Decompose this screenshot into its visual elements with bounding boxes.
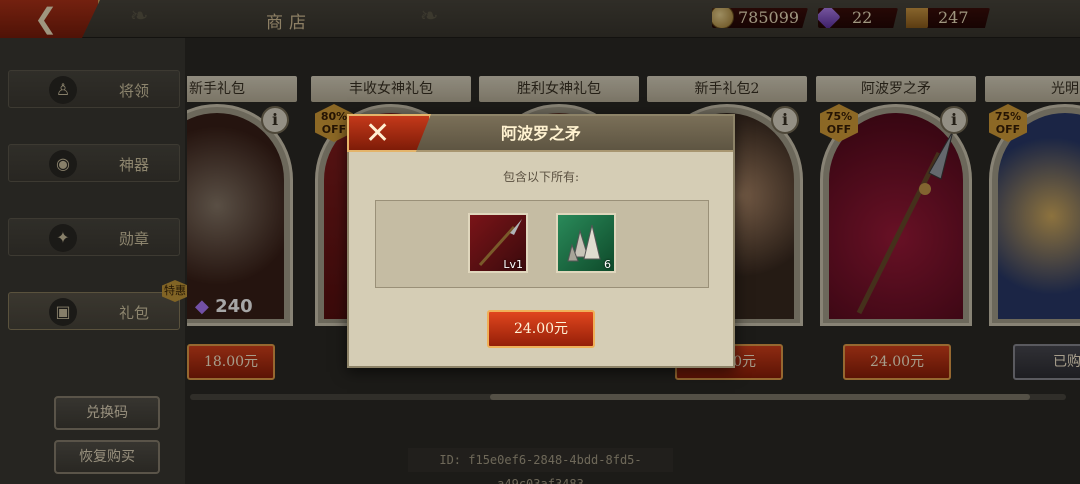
spear-item[interactable]: Lv1 bbox=[468, 213, 528, 273]
reward-items-box: Lv1 6 bbox=[375, 200, 709, 288]
close-icon: ✕ bbox=[365, 116, 391, 151]
item-count: Lv1 bbox=[503, 258, 523, 271]
buy-button[interactable]: 24.00元 bbox=[487, 310, 595, 348]
item-count: 6 bbox=[604, 258, 611, 271]
dialog-subtitle: 包含以下所有: bbox=[502, 170, 580, 184]
purchase-dialog: 阿波罗之矛 ✕ 包含以下所有: Lv1 6 24.00元 bbox=[347, 114, 735, 368]
crystal-item[interactable]: 6 bbox=[556, 213, 616, 273]
